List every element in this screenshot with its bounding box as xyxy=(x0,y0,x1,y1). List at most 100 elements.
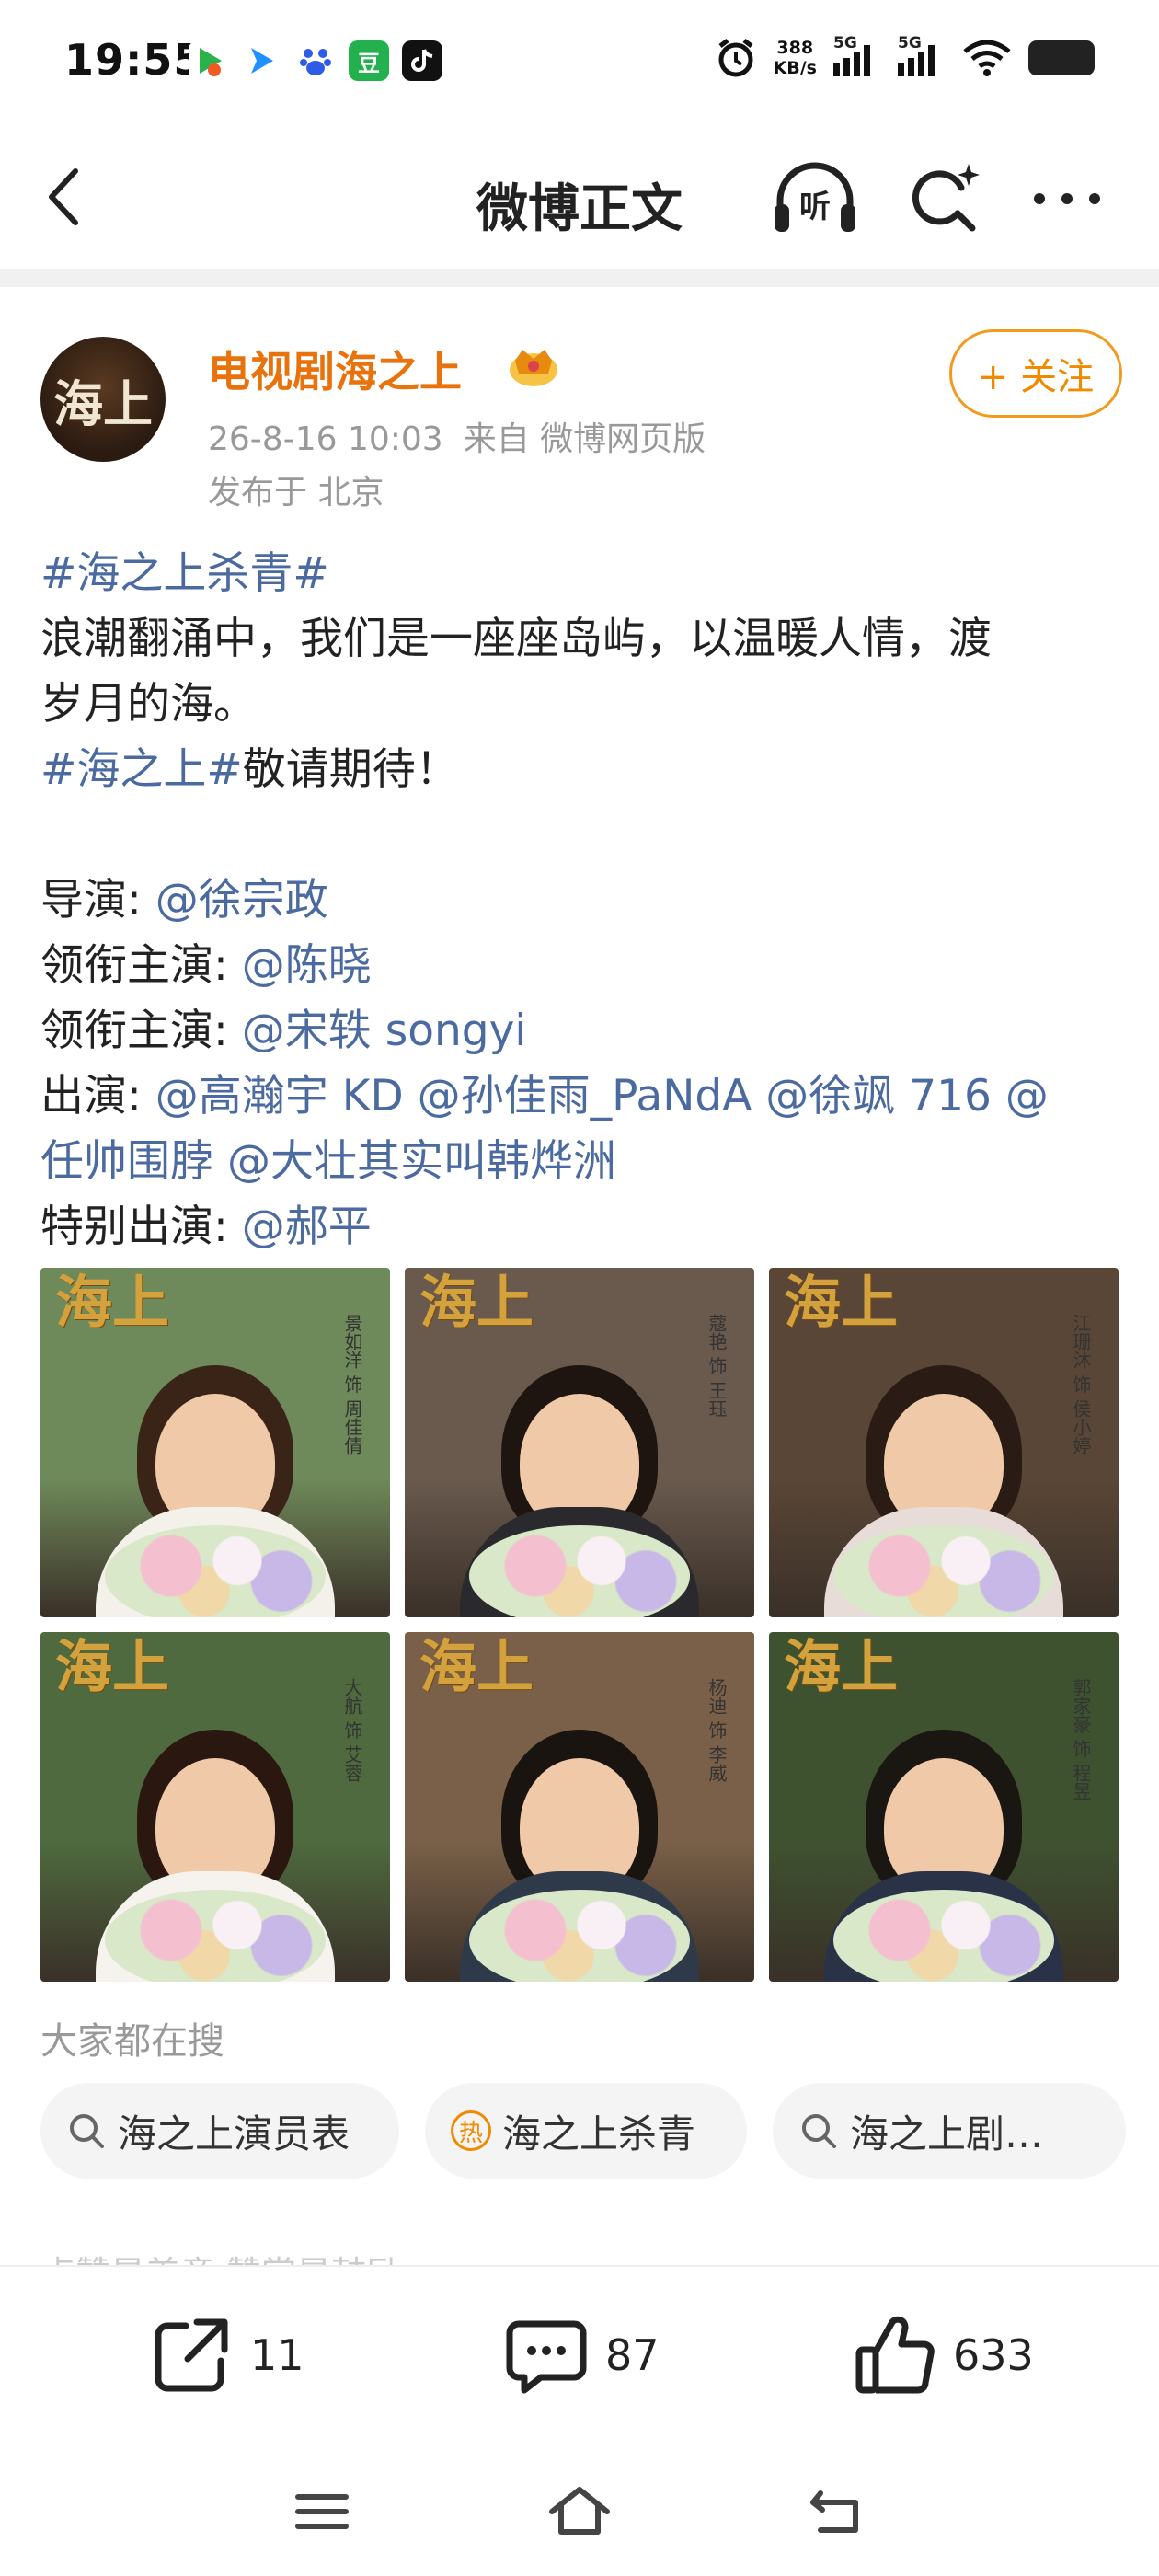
show-logo: 海上 xyxy=(419,1633,534,1700)
repost-button[interactable]: 11 xyxy=(149,2309,304,2401)
search-chip-label: 海之上演员表 xyxy=(118,2110,350,2156)
mention-links[interactable]: @高瀚宇 KD @孙佳雨_PaNdA @徐飒 716 @ xyxy=(155,1071,1049,1121)
post-photo[interactable]: 海上郭家豪 饰 程昱 xyxy=(769,1632,1119,1982)
flower-bouquet xyxy=(105,1525,326,1617)
photo-caption: 郭家豪 饰 程昱 xyxy=(1070,1678,1092,1800)
post-text: 敬请期待！ xyxy=(242,744,459,795)
avatar[interactable]: 海上 xyxy=(40,337,166,462)
post-location: 发布于 北京 xyxy=(208,474,384,512)
follow-button[interactable]: + 关注 xyxy=(949,329,1122,418)
more-button[interactable] xyxy=(1030,180,1104,217)
more-dots-icon xyxy=(1034,193,1100,204)
photo-caption: 江珊沐 饰 侯小婷 xyxy=(1070,1314,1092,1455)
show-logo: 海上 xyxy=(55,1269,170,1336)
baidu-paw-icon xyxy=(295,40,336,81)
repost-icon xyxy=(155,2318,228,2392)
director-label: 导演: xyxy=(40,875,155,926)
mention-link[interactable]: @宋轶 songyi xyxy=(242,1006,527,1056)
status-app-icons: 豆 xyxy=(189,40,442,81)
show-logo: 海上 xyxy=(784,1633,899,1700)
home-icon[interactable] xyxy=(543,2475,616,2548)
post-time: 26-8-16 10:03 xyxy=(208,420,443,458)
lead-label: 领衔主演: xyxy=(40,940,242,991)
status-time: 19:55 xyxy=(64,35,204,85)
post-meta: 26-8-16 10:03 来自 微博网页版 xyxy=(208,412,726,460)
nav-bar: 微博正文 听 xyxy=(0,129,1159,267)
show-logo: 海上 xyxy=(55,1633,170,1700)
alarm-icon xyxy=(718,39,753,77)
search-chip[interactable]: 海之上演员表 xyxy=(40,2083,399,2179)
trending-search-label: 大家都在搜 xyxy=(40,2020,224,2063)
search-icon xyxy=(802,2114,836,2148)
vip-crown-icon xyxy=(510,350,557,386)
listen-button[interactable]: 听 xyxy=(771,160,859,237)
flower-bouquet xyxy=(105,1890,326,1982)
action-bar: 11 87 633 xyxy=(0,2265,1159,2449)
flower-bouquet xyxy=(469,1525,690,1617)
wifi-icon xyxy=(963,40,1011,76)
search-chip[interactable]: 海之上剧… xyxy=(773,2083,1126,2179)
status-bar: 19:55 豆 388 KB/s 5G 5G xyxy=(0,0,1159,129)
net-speed-value: 388 xyxy=(776,38,814,58)
topic-link[interactable]: #海之上# xyxy=(40,744,243,795)
flower-bouquet xyxy=(833,1890,1054,1982)
topic-link[interactable]: #海之上杀青# xyxy=(40,548,329,599)
mention-link[interactable]: @郝平 xyxy=(242,1202,372,1252)
comment-icon xyxy=(506,2320,587,2394)
headphones-icon: 听 xyxy=(775,162,855,232)
photo-caption: 景如洋 饰 周佳倩 xyxy=(341,1314,363,1455)
post-text-line: 岁月的海。 xyxy=(40,679,257,730)
mention-link[interactable]: @徐宗政 xyxy=(155,875,328,926)
signal-1-label: 5G xyxy=(833,34,857,52)
like-button[interactable]: 633 xyxy=(852,2309,1034,2401)
repost-count: 11 xyxy=(250,2330,304,2380)
avatar-text: 海上 xyxy=(53,374,153,433)
flower-bouquet xyxy=(469,1890,690,1982)
post-text-line: 浪潮翻涌中，我们是一座座岛屿，以温暖人情，渡 xyxy=(40,614,992,664)
hot-icon: 热 xyxy=(451,2110,491,2151)
system-nav-bar xyxy=(0,2449,1159,2576)
douban-icon: 豆 xyxy=(349,40,389,81)
mention-links[interactable]: 任帅围脖 @大壮其实叫韩烨洲 xyxy=(40,1136,616,1187)
signal-2-label: 5G xyxy=(898,34,922,52)
search-button[interactable] xyxy=(906,160,983,237)
lead-label: 领衔主演: xyxy=(40,1006,242,1056)
search-chip-label: 海之上杀青 xyxy=(502,2110,696,2156)
system-icons: 388 KB/s 5G 5G xyxy=(715,34,1095,79)
search-chip[interactable]: 热 海之上杀青 xyxy=(425,2083,747,2179)
photo-caption: 大航 饰 艾蓉 xyxy=(341,1678,363,1782)
author-name[interactable]: 电视剧海之上 xyxy=(208,339,462,399)
post-body: #海之上杀青# 浪潮翻涌中，我们是一座座岛屿，以温暖人情，渡 岁月的海。 #海之… xyxy=(40,541,1126,1259)
like-count: 633 xyxy=(953,2330,1034,2380)
mention-link[interactable]: @陈晓 xyxy=(242,940,372,991)
battery-icon xyxy=(1028,40,1095,75)
photo-caption: 杨迪 饰 李威 xyxy=(706,1678,728,1782)
search-icon xyxy=(70,2114,104,2148)
net-speed-unit: KB/s xyxy=(773,58,817,78)
post-source: 来自 微博网页版 xyxy=(463,420,706,458)
douban-label: 豆 xyxy=(358,50,380,76)
photo-caption: 蔻艳 饰 王珏 xyxy=(706,1314,728,1418)
image-grid: 海上 景如洋 饰 周佳倩 海上 蔻艳 饰 王珏 海上 江珊沐 饰 侯小婷 海上 大航 饰 艾蓉… xyxy=(40,1268,1119,1982)
arrow-app-icon xyxy=(242,40,282,81)
post-photo[interactable]: 海上大航 饰 艾蓉 xyxy=(40,1632,390,1982)
signal-2-icon: 5G xyxy=(898,34,946,76)
page-title: 微博正文 xyxy=(476,179,683,239)
divider xyxy=(0,269,1159,287)
post-photo[interactable]: 海上杨迪 饰 李威 xyxy=(405,1632,754,1982)
cast-label: 出演: xyxy=(40,1071,155,1121)
flower-bouquet xyxy=(833,1525,1054,1617)
trending-search-chips: 海之上演员表 热 海之上杀青 海之上剧… xyxy=(40,2083,1126,2179)
thumbs-up-icon xyxy=(855,2316,935,2394)
menu-icon[interactable] xyxy=(285,2475,359,2548)
back-nav-icon[interactable] xyxy=(800,2475,874,2548)
tiktok-icon xyxy=(402,40,442,81)
comment-count: 87 xyxy=(605,2330,660,2380)
listen-label: 听 xyxy=(799,189,831,225)
show-logo: 海上 xyxy=(784,1269,899,1336)
comment-button[interactable]: 87 xyxy=(504,2309,660,2401)
special-label: 特别出演: xyxy=(40,1202,242,1252)
post-photo[interactable]: 海上景如洋 饰 周佳倩 xyxy=(40,1268,390,1617)
post-photo[interactable]: 海上江珊沐 饰 侯小婷 xyxy=(769,1268,1119,1617)
post-photo[interactable]: 海上 蔻艳 饰 王珏 xyxy=(405,1268,754,1617)
